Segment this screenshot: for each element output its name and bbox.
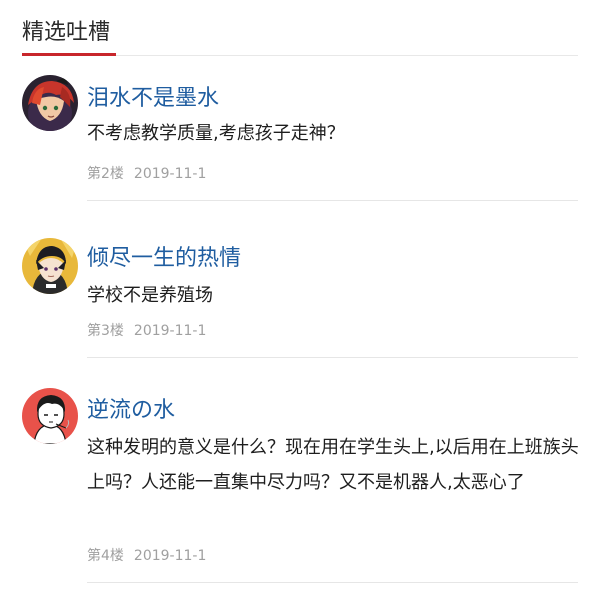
comment-floor: 第4楼 xyxy=(87,548,124,564)
comment-username[interactable]: 泪水不是墨水 xyxy=(87,85,219,113)
comment-username[interactable]: 倾尽一生的热情 xyxy=(87,245,241,273)
comment-meta: 第2楼 2019-11-1 xyxy=(87,164,206,184)
comment-divider xyxy=(87,582,578,583)
anime-avatar-red-hair-icon[interactable] xyxy=(22,75,78,131)
comment-divider xyxy=(87,200,578,201)
anime-avatar-yellow-bg-icon[interactable] xyxy=(22,238,78,294)
sketch-avatar-red-bg-icon[interactable] xyxy=(22,388,78,444)
comment-date: 2019-11-1 xyxy=(133,166,207,182)
section-header: 精选吐槽 xyxy=(0,0,600,56)
comment-floor: 第2楼 xyxy=(87,166,124,182)
comment-username[interactable]: 逆流の水 xyxy=(87,397,175,425)
comment-floor: 第3楼 xyxy=(87,323,124,339)
comment-meta: 第3楼 2019-11-1 xyxy=(87,321,206,341)
section-title: 精选吐槽 xyxy=(22,20,111,45)
comment-date: 2019-11-1 xyxy=(133,548,207,564)
comment-date: 2019-11-1 xyxy=(133,323,207,339)
comment-text: 这种发明的意义是什么？现在用在学生头上,以后用在上班族头上吗？人还能一直集中尽力… xyxy=(87,437,579,493)
comment-meta: 第4楼 2019-11-1 xyxy=(87,546,206,566)
comment-text: 不考虑教学质量,考虑孩子走神？ xyxy=(87,123,345,144)
section-title-underline xyxy=(22,53,116,56)
comment-text: 学校不是养殖场 xyxy=(87,285,213,306)
comment-divider xyxy=(87,357,578,358)
